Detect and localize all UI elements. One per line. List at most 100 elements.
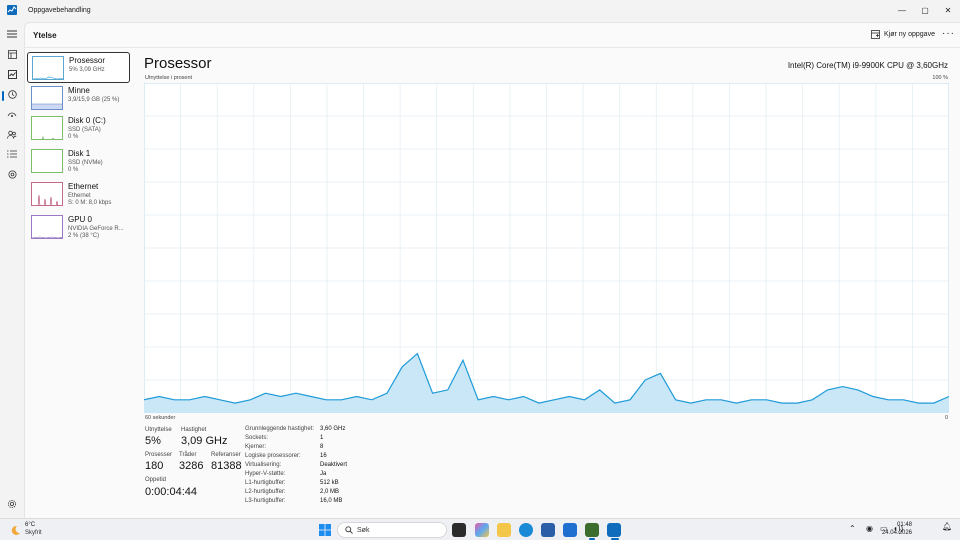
uptime-value: 0:00:04:44 [145, 486, 197, 498]
graph-time-span-label: 60 sekunder [145, 415, 176, 421]
spec-label: Sockets: [245, 435, 269, 441]
main-panel: Ytelse Kjør ny oppgave ··· Prosessor 5% … [24, 22, 960, 518]
spec-label: Hyper-V-støtte: [245, 471, 286, 477]
task-view-icon[interactable] [452, 523, 466, 537]
page-title: Ytelse [33, 31, 57, 40]
notification-bell-icon[interactable]: 🔔︎ [942, 522, 952, 531]
device-detail: SSD (NVMe) [68, 160, 103, 166]
device-name: Minne [68, 86, 90, 95]
spec-value: 2,0 MB [320, 489, 340, 495]
outlook-icon[interactable] [563, 523, 577, 537]
device-name: Ethernet [68, 182, 99, 191]
weather-temperature[interactable]: 6°C [25, 522, 35, 528]
disk-1-thumbnail-graph [31, 149, 63, 173]
spec-label: L1-hurtigbuffer: [245, 480, 286, 486]
copilot-icon[interactable] [475, 523, 489, 537]
taskbar-search-box[interactable]: Søk [337, 522, 447, 538]
minimize-button[interactable]: — [895, 3, 909, 17]
device-item-gpu-0[interactable]: GPU 0 NVIDIA GeForce R... 2 % (38 °C) [27, 212, 130, 243]
search-icon [345, 526, 353, 534]
device-item-ethernet[interactable]: Ethernet Ethernet S: 0 M: 8,0 kbps [27, 179, 130, 210]
close-button[interactable]: ✕ [941, 3, 955, 17]
gpu-thumbnail-graph [31, 215, 63, 239]
processes-icon[interactable] [6, 48, 18, 60]
users-icon[interactable] [6, 128, 18, 140]
clock-date[interactable]: 24.04.2026 [882, 530, 912, 536]
run-new-task-label: Kjør ny oppgave [884, 31, 935, 38]
spec-label: L2-hurtigbuffer: [245, 489, 286, 495]
spec-label: Logiske prosessorer: [245, 453, 301, 459]
run-new-task-button[interactable]: Kjør ny oppgave [871, 30, 935, 39]
graph-time-end-label: 0 [944, 415, 948, 421]
spec-value: 16,0 MB [320, 498, 343, 504]
threads-label: Tråder [179, 452, 197, 458]
device-detail-usage: 0 % [68, 134, 79, 140]
show-hidden-icons-chevron-icon[interactable]: ⌃ [849, 524, 856, 533]
device-item-disk-0[interactable]: Disk 0 (C:) SSD (SATA) 0 % [27, 113, 130, 144]
speed-value: 3,09 GHz [181, 435, 228, 447]
disk-0-thumbnail-graph [31, 116, 63, 140]
handles-value: 81388 [211, 460, 242, 472]
device-detail-throughput: S: 0 M: 8,0 kbps [68, 200, 112, 206]
graph-max-label: 100 % [932, 75, 948, 81]
cpu-thumbnail-graph [32, 56, 64, 80]
security-icon[interactable]: ◉ [866, 524, 873, 533]
device-detail: NVIDIA GeForce R... [68, 226, 124, 232]
page-header: Ytelse Kjør ny oppgave ··· [25, 23, 960, 48]
cpu-utilization-graph [144, 83, 949, 413]
weather-description[interactable]: Skyfrit [25, 530, 42, 536]
detail-title: Prosessor [144, 55, 212, 72]
details-icon[interactable] [6, 148, 18, 160]
spec-value: 8 [320, 444, 324, 450]
file-explorer-icon[interactable] [497, 523, 511, 537]
threads-value: 3286 [179, 460, 204, 472]
device-detail: 5% 3,09 GHz [69, 67, 105, 73]
weather-moon-icon[interactable] [10, 525, 21, 536]
device-detail: 3,9/15,9 GB (25 %) [68, 97, 120, 103]
device-item-processor[interactable]: Prosessor 5% 3,09 GHz [27, 52, 130, 83]
graph-label: Utnyttelse i prosent [145, 75, 193, 81]
device-detail: SSD (SATA) [68, 127, 101, 133]
settings-gear-icon[interactable] [6, 498, 18, 510]
uptime-label: Oppetid [145, 477, 167, 483]
run-task-icon [871, 30, 880, 39]
maximize-button[interactable]: ▢ [918, 3, 932, 17]
store-icon[interactable] [541, 523, 555, 537]
device-name: GPU 0 [68, 215, 93, 224]
spec-value: 16 [320, 453, 327, 459]
taskbar: 6°C Skyfrit Søk ⌃ ◉ ▭ ◖)) 01:48 24.04.20… [0, 518, 960, 540]
game-app-icon[interactable] [585, 523, 599, 537]
device-name: Prosessor [69, 56, 106, 65]
clock-time[interactable]: 01:48 [897, 522, 912, 528]
task-manager-taskbar-icon[interactable] [607, 523, 621, 537]
cpu-model-name: Intel(R) Core(TM) i9-9900K CPU @ 3,60GHz [787, 61, 948, 70]
start-windows-icon[interactable] [319, 524, 331, 536]
utilization-label: Utnyttelse [145, 427, 172, 433]
search-placeholder: Søk [357, 527, 370, 534]
spec-value: Deaktivert [320, 462, 348, 468]
spec-label: Virtualisering: [245, 462, 282, 468]
task-manager-app-icon [7, 5, 17, 15]
spec-value: 512 kB [320, 480, 339, 486]
app-history-icon[interactable] [6, 88, 18, 100]
device-detail-usage: 2 % (38 °C) [68, 233, 100, 239]
hamburger-menu-icon[interactable] [6, 28, 18, 40]
startup-apps-icon[interactable] [6, 108, 18, 120]
spec-label: Grunnleggende hastighet: [245, 426, 315, 432]
device-item-memory[interactable]: Minne 3,9/15,9 GB (25 %) [27, 83, 130, 114]
device-name: Disk 0 (C:) [68, 116, 106, 125]
active-nav-indicator [2, 91, 4, 101]
processes-value: 180 [145, 460, 164, 472]
processes-label: Prosesser [145, 452, 173, 458]
handles-label: Referanser [211, 452, 241, 458]
edge-browser-icon[interactable] [519, 523, 533, 537]
title-bar: Oppgavebehandling — ▢ ✕ [0, 0, 960, 22]
spec-value: Ja [320, 471, 327, 477]
device-detail-usage: 0 % [68, 167, 79, 173]
performance-icon[interactable] [6, 68, 18, 80]
utilization-value: 5% [145, 435, 161, 447]
more-options-button[interactable]: ··· [942, 28, 955, 39]
services-icon[interactable] [6, 168, 18, 180]
device-item-disk-1[interactable]: Disk 1 SSD (NVMe) 0 % [27, 146, 130, 177]
memory-thumbnail-graph [31, 86, 63, 110]
